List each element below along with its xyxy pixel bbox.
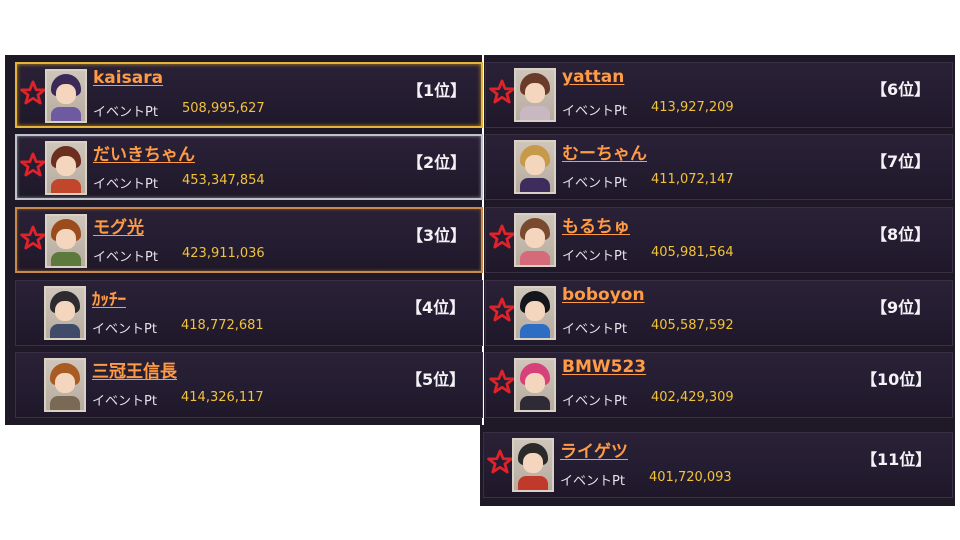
event-points-label: イベントPt (93, 177, 158, 192)
player-name-link[interactable]: BMW523 (562, 357, 646, 377)
event-points-label: イベントPt (562, 104, 627, 119)
event-points-value: 414,326,117 (181, 390, 264, 405)
event-points-label: イベントPt (562, 176, 627, 191)
ranking-row[interactable]: ライゲツイベントPt 401,720,093 【11位】 (483, 432, 953, 498)
event-points-value: 418,772,681 (181, 318, 264, 333)
ranking-row[interactable]: 三冠王信長イベントPt 414,326,117 【5位】 (15, 352, 483, 418)
player-avatar[interactable] (512, 438, 554, 492)
ranking-row[interactable]: kaisara イベントPt 508,995,627 【1位】 (15, 62, 483, 128)
player-avatar[interactable] (44, 358, 86, 412)
rank-label: 【1位】 (407, 81, 467, 100)
star-icon (488, 78, 516, 106)
ranking-row[interactable]: モグ光イベントPt 423,911,036 【3位】 (15, 207, 483, 273)
rank-label: 【4位】 (406, 298, 466, 317)
ranking-row[interactable]: むーちゃんイベントPt 411,072,147 【7位】 (485, 134, 953, 200)
event-points-label: イベントPt (562, 322, 627, 337)
star-icon (19, 79, 47, 107)
player-name-link[interactable]: yattan (562, 67, 624, 87)
star-icon (19, 151, 47, 179)
player-avatar[interactable] (514, 68, 556, 122)
player-avatar[interactable] (514, 358, 556, 412)
player-avatar[interactable] (45, 141, 87, 195)
player-avatar[interactable] (45, 69, 87, 123)
event-points-value: 405,587,592 (651, 318, 734, 333)
player-name-link[interactable]: ライゲツ (560, 437, 628, 462)
event-points-value: 411,072,147 (651, 172, 734, 187)
event-points-label: イベントPt (92, 322, 157, 337)
player-avatar[interactable] (45, 214, 87, 268)
event-points-label: イベントPt (92, 394, 157, 409)
player-name-link[interactable]: もるちゅ (562, 212, 630, 237)
player-name-link[interactable]: kaisara (93, 68, 163, 88)
player-avatar[interactable] (514, 140, 556, 194)
ranking-row[interactable]: BMW523 イベントPt 402,429,309 【10位】 (485, 352, 953, 418)
event-points-value: 413,927,209 (651, 100, 734, 115)
ranking-row[interactable]: だいきちゃんイベントPt 453,347,854 【2位】 (15, 134, 483, 200)
star-icon (488, 296, 516, 324)
player-avatar[interactable] (44, 286, 86, 340)
rank-label: 【2位】 (407, 153, 467, 172)
event-points-value: 401,720,093 (649, 470, 732, 485)
player-name-link[interactable]: boboyon (562, 285, 645, 305)
ranking-row[interactable]: yattan イベントPt 413,927,209 【6位】 (485, 62, 953, 128)
star-icon (488, 223, 516, 251)
event-points-label: イベントPt (93, 105, 158, 120)
player-avatar[interactable] (514, 286, 556, 340)
player-name-link[interactable]: ｶｯﾁｰ (92, 285, 126, 310)
event-points-label: イベントPt (562, 394, 627, 409)
star-icon (486, 448, 514, 476)
rank-label: 【5位】 (406, 370, 466, 389)
event-points-value: 402,429,309 (651, 390, 734, 405)
rank-label: 【10位】 (861, 370, 932, 389)
ranking-row[interactable]: boboyon イベントPt 405,587,592 【9位】 (485, 280, 953, 346)
ranking-row[interactable]: もるちゅイベントPt 405,981,564 【8位】 (485, 207, 953, 273)
rank-label: 【8位】 (871, 225, 931, 244)
star-icon (19, 224, 47, 252)
event-points-label: イベントPt (93, 250, 158, 265)
rank-label: 【9位】 (871, 298, 931, 317)
player-name-link[interactable]: モグ光 (93, 213, 144, 238)
event-points-label: イベントPt (562, 249, 627, 264)
rank-label: 【3位】 (407, 226, 467, 245)
player-name-link[interactable]: 三冠王信長 (92, 357, 177, 382)
player-name-link[interactable]: だいきちゃん (93, 140, 195, 165)
event-points-value: 423,911,036 (182, 246, 265, 261)
event-points-value: 453,347,854 (182, 173, 265, 188)
player-avatar[interactable] (514, 213, 556, 267)
star-icon (488, 368, 516, 396)
rank-label: 【7位】 (871, 152, 931, 171)
ranking-row[interactable]: ｶｯﾁｰ イベントPt 418,772,681 【4位】 (15, 280, 483, 346)
rank-label: 【6位】 (871, 80, 931, 99)
event-points-value: 405,981,564 (651, 245, 734, 260)
rank-label: 【11位】 (861, 450, 932, 469)
event-points-label: イベントPt (560, 474, 625, 489)
player-name-link[interactable]: むーちゃん (562, 139, 647, 164)
event-points-value: 508,995,627 (182, 101, 265, 116)
